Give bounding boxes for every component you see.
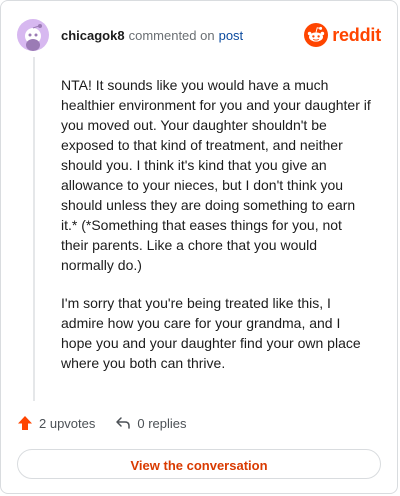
reddit-logo[interactable]: reddit xyxy=(304,23,381,47)
commented-on-text: commented on xyxy=(128,27,215,43)
comment-paragraph: NTA! It sounds like you would have a muc… xyxy=(61,77,371,273)
snoo-avatar-icon xyxy=(25,24,42,51)
reply-button[interactable]: 0 replies xyxy=(115,415,187,431)
thread-line xyxy=(33,57,35,401)
user-avatar[interactable] xyxy=(17,19,49,51)
comment-author[interactable]: chicagok8 xyxy=(61,28,125,43)
upvote-count: 2 upvotes xyxy=(39,415,96,431)
reddit-logo-icon xyxy=(304,23,329,47)
post-link[interactable]: post xyxy=(219,28,244,43)
reddit-wordmark: reddit xyxy=(332,24,381,45)
reply-count: 0 replies xyxy=(137,415,187,431)
upvote-arrow-icon xyxy=(18,416,32,430)
view-conversation-button[interactable]: View the conversation xyxy=(17,449,381,479)
comment-paragraph: I'm sorry that you're being treated like… xyxy=(61,295,361,371)
comment-body: NTA! It sounds like you would have a muc… xyxy=(61,75,373,391)
comment-header: chicagok8 commented on post reddit xyxy=(17,17,381,53)
comment-actions: 2 upvotes 0 replies xyxy=(17,411,187,435)
upvote-button[interactable]: 2 upvotes xyxy=(17,415,95,431)
embedded-comment-card: chicagok8 commented on post reddit NTA! … xyxy=(0,0,398,494)
reply-arrow-icon xyxy=(116,417,131,429)
